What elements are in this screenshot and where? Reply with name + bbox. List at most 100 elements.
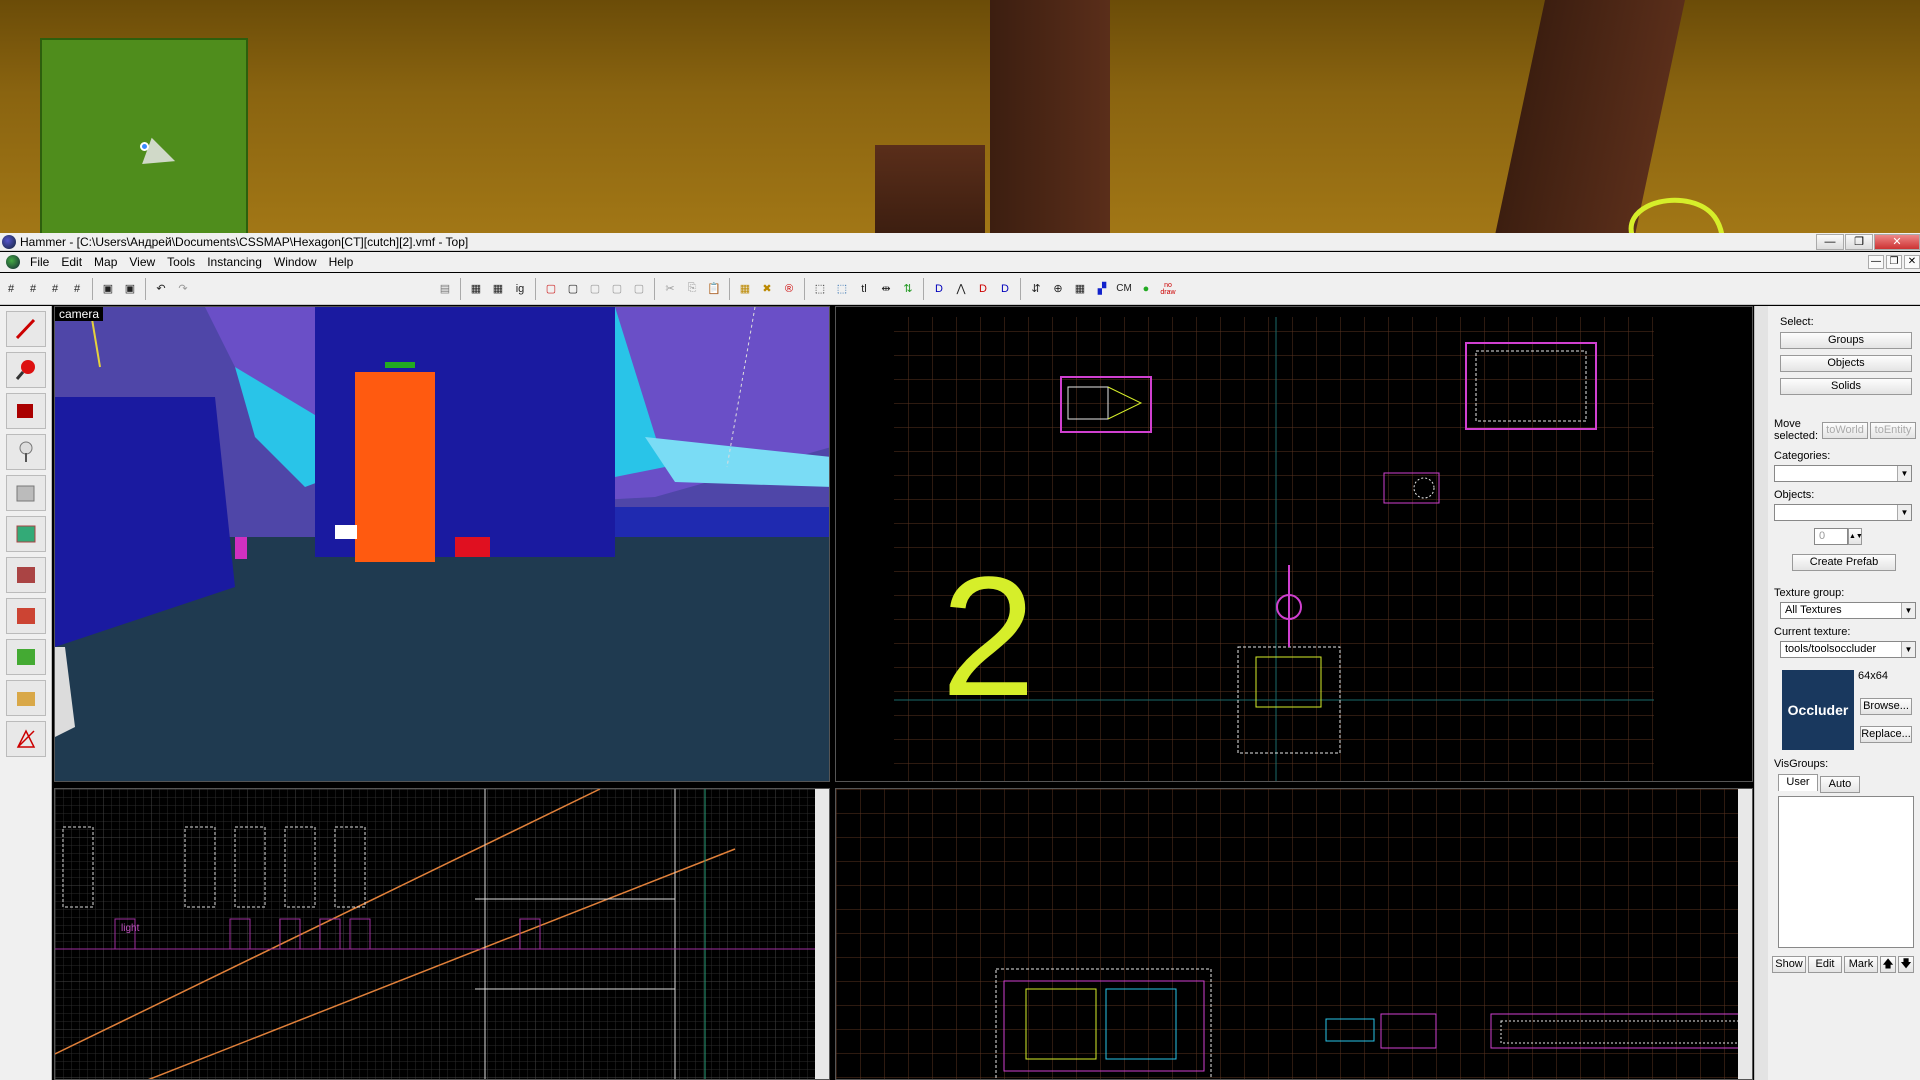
menu-bar: File Edit Map View Tools Instancing Wind…	[0, 252, 1920, 272]
flip-icon[interactable]: ⇅	[898, 279, 918, 299]
grid-larger-icon[interactable]: #	[67, 279, 87, 299]
texture-group-dropdown[interactable]: All Textures ▼	[1780, 602, 1916, 619]
vertex-tool-icon[interactable]	[6, 721, 46, 757]
front-viewport[interactable]	[835, 788, 1753, 1080]
apply-texture-icon[interactable]	[6, 557, 46, 593]
selection-box-icon[interactable]: ⬚	[810, 279, 830, 299]
select-icon[interactable]: ⬚	[832, 279, 852, 299]
front-grid	[836, 789, 1752, 1079]
helper-icon[interactable]: ⊕	[1048, 279, 1068, 299]
count-spinner[interactable]: ▲▼	[1848, 528, 1863, 545]
solids-button[interactable]: Solids	[1780, 378, 1912, 395]
menu-help[interactable]: Help	[323, 252, 360, 272]
block-tool-icon[interactable]	[6, 475, 46, 511]
paste-icon[interactable]: 📋	[704, 279, 724, 299]
vertical-scrollbar[interactable]	[1738, 789, 1752, 1079]
menu-instancing[interactable]: Instancing	[201, 252, 268, 272]
hazard-icon[interactable]: ▦	[735, 279, 755, 299]
vertical-scrollbar[interactable]	[815, 789, 829, 1079]
drag-axis-icon[interactable]: D	[929, 279, 949, 299]
snap-icon[interactable]: ⇹	[876, 279, 896, 299]
objects-count-input[interactable]: 0	[1814, 528, 1848, 545]
top-viewport[interactable]: 2	[835, 306, 1753, 782]
objects-button[interactable]: Objects	[1780, 355, 1912, 372]
displacement-alpha-icon[interactable]: D	[995, 279, 1015, 299]
objects-dropdown[interactable]: ▼	[1774, 504, 1912, 521]
hide-selected-icon[interactable]: ▦	[466, 279, 486, 299]
replace-button[interactable]: Replace...	[1860, 726, 1912, 743]
menu-view[interactable]: View	[123, 252, 161, 272]
magnify-tool-icon[interactable]	[6, 352, 46, 388]
model-icon[interactable]: ⇵	[1026, 279, 1046, 299]
copy-icon[interactable]: ⎘	[682, 279, 702, 299]
menu-window[interactable]: Window	[268, 252, 323, 272]
grid-smaller-icon[interactable]: #	[45, 279, 65, 299]
browse-button[interactable]: Browse...	[1860, 698, 1912, 715]
clip-icon[interactable]: ▢	[607, 279, 627, 299]
window-titlebar[interactable]: Hammer - [C:\Users\Андрей\Documents\CSSM…	[0, 233, 1920, 251]
cordon-icon[interactable]: ▢	[585, 279, 605, 299]
to-world-button[interactable]: toWorld	[1822, 422, 1868, 439]
side-viewport[interactable]: light	[54, 788, 830, 1080]
move-down-icon[interactable]: 🡇	[1898, 956, 1914, 973]
tab-auto[interactable]: Auto	[1820, 776, 1860, 793]
mark-button[interactable]: Mark	[1844, 956, 1878, 973]
cubes-icon[interactable]: ▞	[1092, 279, 1112, 299]
texture-lock-icon[interactable]: tl	[854, 279, 874, 299]
visgroups-list[interactable]	[1778, 796, 1914, 948]
menu-map[interactable]: Map	[88, 252, 123, 272]
undo-icon[interactable]: ↶	[151, 279, 171, 299]
run-map-icon[interactable]: ▤	[435, 279, 455, 299]
texture-tool-icon[interactable]	[6, 516, 46, 552]
nodraw-toggle[interactable]: no draw	[1158, 279, 1178, 299]
current-texture-dropdown[interactable]: tools/toolsoccluder ▼	[1780, 641, 1916, 658]
close-button[interactable]: ✕	[1874, 233, 1920, 250]
camera-viewport[interactable]: camera	[54, 306, 830, 782]
hazard-x-icon[interactable]: ✖	[757, 279, 777, 299]
groups-button[interactable]: Groups	[1780, 332, 1912, 349]
categories-dropdown[interactable]: ▼	[1774, 465, 1912, 482]
compass-icon[interactable]: ⋀	[951, 279, 971, 299]
menu-tools[interactable]: Tools	[161, 252, 201, 272]
edit-button[interactable]: Edit	[1808, 956, 1842, 973]
grid-toggle-icon[interactable]: #	[1, 279, 21, 299]
mdi-close-button[interactable]: ✕	[1904, 255, 1920, 269]
panel-scrollbar[interactable]	[1754, 306, 1768, 1080]
show-button[interactable]: Show	[1772, 956, 1806, 973]
overlay-tool-icon[interactable]	[6, 639, 46, 675]
mdi-minimize-button[interactable]: —	[1868, 255, 1884, 269]
tab-user[interactable]: User	[1778, 774, 1818, 791]
menu-file[interactable]: File	[24, 252, 55, 272]
brush-icon[interactable]: ▢	[541, 279, 561, 299]
toolbar-separator	[460, 277, 461, 300]
grid-detail-icon[interactable]: ▦	[1070, 279, 1090, 299]
camera-tool-icon[interactable]	[6, 393, 46, 429]
carve-icon[interactable]: ▣	[98, 279, 118, 299]
maximize-button[interactable]: ❐	[1845, 233, 1873, 250]
document-icon[interactable]	[6, 255, 20, 269]
cut-icon[interactable]: ✂	[660, 279, 680, 299]
leaf-icon[interactable]: ●	[1136, 279, 1156, 299]
group-icon[interactable]: ▣	[120, 279, 140, 299]
displacement-icon[interactable]: D	[973, 279, 993, 299]
radius-icon[interactable]: ®	[779, 279, 799, 299]
current-texture-label: Current texture:	[1774, 626, 1851, 638]
decal-tool-icon[interactable]	[6, 598, 46, 634]
entity-icon[interactable]: ▢	[563, 279, 583, 299]
to-entity-button[interactable]: toEntity	[1870, 422, 1916, 439]
show-all-icon[interactable]: ▦	[488, 279, 508, 299]
ignore-groups-icon[interactable]: ig	[510, 279, 530, 299]
redo-icon[interactable]: ↷	[173, 279, 193, 299]
clipping-tool-icon[interactable]	[6, 680, 46, 716]
create-prefab-button[interactable]: Create Prefab	[1792, 554, 1896, 571]
game-pillar	[990, 0, 1110, 235]
vertex-icon[interactable]: ▢	[629, 279, 649, 299]
mdi-maximize-button[interactable]: ❐	[1886, 255, 1902, 269]
entity-tool-icon[interactable]	[6, 434, 46, 470]
cm-toggle[interactable]: CM	[1114, 279, 1134, 299]
selection-tool-icon[interactable]	[6, 311, 46, 347]
minimize-button[interactable]: —	[1816, 233, 1844, 250]
3d-grid-icon[interactable]: #	[23, 279, 43, 299]
menu-edit[interactable]: Edit	[55, 252, 88, 272]
move-up-icon[interactable]: 🡅	[1880, 956, 1896, 973]
